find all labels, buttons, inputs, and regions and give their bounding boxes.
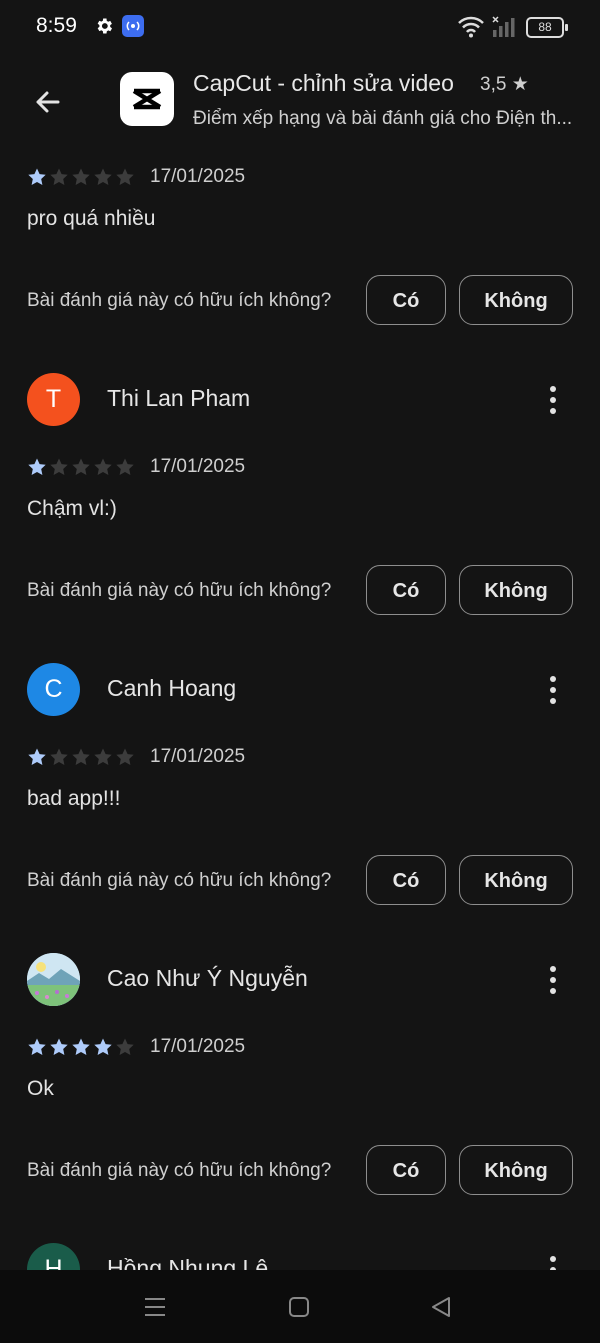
more-options-icon[interactable] (540, 1251, 566, 1270)
star-filled-icon (72, 1038, 90, 1055)
back-triangle-icon[interactable] (428, 1294, 454, 1320)
review-item: Cao Như Ý Nguyễn 17/01/2025 Ok Bài đánh … (0, 953, 600, 1203)
star-empty-icon (94, 168, 112, 185)
settings-gear-icon (97, 18, 112, 34)
review-author: Thi Lan Pham (107, 385, 251, 411)
more-options-icon[interactable] (540, 961, 566, 999)
star-filled-icon (28, 458, 46, 475)
star-filled-icon (94, 1038, 112, 1055)
review-author: Hồng Nhung Lê (107, 1255, 269, 1270)
star-empty-icon (116, 458, 134, 475)
star-empty-icon (116, 748, 134, 765)
helpful-yes-button[interactable]: Có (366, 855, 446, 905)
review-item: C Canh Hoang 17/01/2025 bad app!!! Bài đ… (0, 663, 600, 913)
review-item: 17/01/2025 pro quá nhiều Bài đánh giá nà… (0, 150, 600, 340)
more-options-icon[interactable] (540, 671, 566, 709)
star-empty-icon (94, 748, 112, 765)
review-author: Cao Như Ý Nguyễn (107, 965, 308, 991)
helpful-question: Bài đánh giá này có hữu ích không? (27, 580, 332, 601)
helpful-question: Bài đánh giá này có hữu ích không? (27, 1160, 332, 1181)
review-text: bad app!!! (27, 787, 121, 810)
back-arrow-icon[interactable] (26, 80, 70, 124)
review-item: H Hồng Nhung Lê (0, 1243, 600, 1270)
wifi-icon (458, 16, 484, 38)
review-date: 17/01/2025 (150, 746, 246, 767)
avatar (27, 953, 80, 1006)
helpful-no-button[interactable]: Không (459, 565, 573, 615)
star-empty-icon (116, 168, 134, 185)
helpful-question: Bài đánh giá này có hữu ích không? (27, 290, 332, 311)
capcut-app-icon (120, 72, 174, 126)
star-empty-icon (50, 458, 68, 475)
helpful-question: Bài đánh giá này có hữu ích không? (27, 870, 332, 891)
status-icons: 88 (458, 14, 568, 40)
star-filled-icon (28, 748, 46, 765)
app-title: CapCut - chỉnh sửa video (193, 70, 454, 96)
review-date: 17/01/2025 (150, 166, 246, 187)
star-rating (27, 167, 135, 187)
app-rating: 3,5 ★ (480, 74, 529, 95)
review-text: pro quá nhiều (27, 207, 156, 230)
app-subtitle: Điểm xếp hạng và bài đánh giá cho Điện t… (193, 108, 573, 129)
review-text: Chậm vl:) (27, 497, 117, 520)
broadcast-icon (122, 15, 144, 37)
more-options-icon[interactable] (540, 381, 566, 419)
star-empty-icon (94, 458, 112, 475)
home-square-icon[interactable] (286, 1294, 312, 1320)
star-rating (27, 1037, 135, 1057)
star-filled-icon (50, 1038, 68, 1055)
avatar: H (27, 1243, 80, 1270)
star-empty-icon (72, 458, 90, 475)
status-time: 8:59 (36, 14, 77, 37)
helpful-no-button[interactable]: Không (459, 1145, 573, 1195)
star-filled-icon (28, 1038, 46, 1055)
star-empty-icon (50, 168, 68, 185)
star-rating (27, 457, 135, 477)
helpful-yes-button[interactable]: Có (366, 565, 446, 615)
system-nav-bar (0, 1270, 600, 1343)
star-empty-icon (72, 748, 90, 765)
star-filled-icon (28, 168, 46, 185)
status-bar: 8:59 88 (0, 0, 600, 54)
app-header: CapCut - chỉnh sửa video 3,5 ★ Điểm xếp … (0, 58, 600, 146)
avatar: C (27, 663, 80, 716)
review-item: T Thi Lan Pham 17/01/2025 Chậm vl:) Bài … (0, 373, 600, 623)
review-date: 17/01/2025 (150, 456, 246, 477)
star-empty-icon (72, 168, 90, 185)
helpful-no-button[interactable]: Không (459, 275, 573, 325)
star-rating (27, 747, 135, 767)
review-text: Ok (27, 1077, 54, 1100)
avatar: T (27, 373, 80, 426)
review-author: Canh Hoang (107, 675, 237, 701)
signal-icon (492, 16, 515, 37)
recent-apps-menu-icon[interactable] (142, 1294, 168, 1320)
battery-icon: 88 (526, 16, 568, 38)
landscape-avatar-image (27, 953, 80, 1006)
star-empty-icon (116, 1038, 134, 1055)
helpful-yes-button[interactable]: Có (366, 275, 446, 325)
helpful-yes-button[interactable]: Có (366, 1145, 446, 1195)
review-date: 17/01/2025 (150, 1036, 246, 1057)
star-empty-icon (50, 748, 68, 765)
helpful-no-button[interactable]: Không (459, 855, 573, 905)
